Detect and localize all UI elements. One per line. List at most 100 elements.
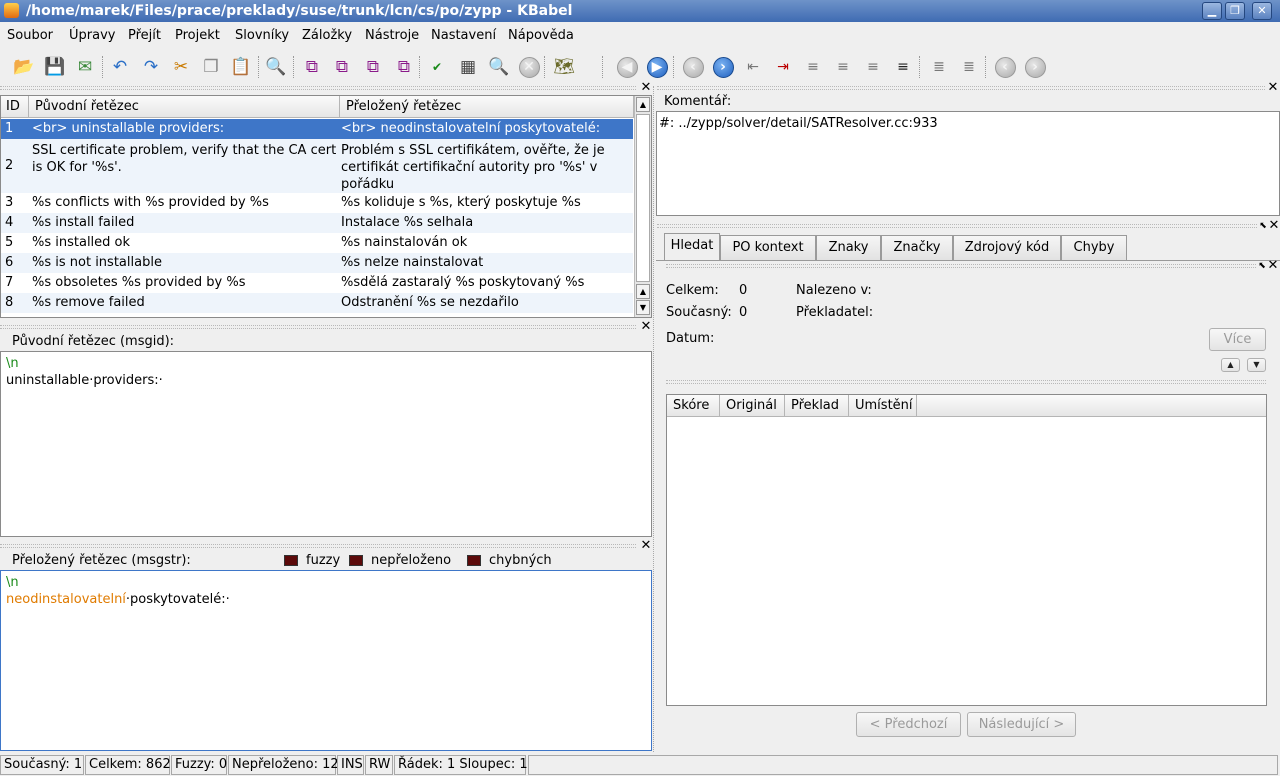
next-entry-icon[interactable]: ›: [710, 54, 736, 80]
back-icon[interactable]: ◀: [614, 54, 640, 80]
table-row[interactable]: 5 %s installed ok %s nainstalován ok: [1, 233, 633, 253]
dock-grip[interactable]: [0, 325, 636, 329]
scroll-up-arrow-icon[interactable]: ▲: [636, 284, 650, 299]
menu-soubor[interactable]: Soubor: [7, 28, 53, 43]
msgid-viewer[interactable]: \n uninstallable·providers:·: [0, 351, 652, 537]
forward-icon[interactable]: ▶: [644, 54, 670, 80]
row-id: 2: [5, 158, 14, 173]
column-header-original[interactable]: Původní řetězec: [29, 96, 340, 118]
next-button[interactable]: Následující >: [967, 712, 1076, 737]
copy-icon[interactable]: ❐: [198, 54, 224, 80]
more-button[interactable]: Více: [1209, 328, 1266, 351]
table-row[interactable]: 1 <br> uninstallable providers: <br> neo…: [1, 119, 633, 139]
tab-znaky[interactable]: Znaky: [816, 235, 881, 260]
column-header-id[interactable]: ID: [1, 96, 29, 118]
argument-menu-icon[interactable]: ⧉: [391, 54, 417, 80]
current-value: 0: [739, 305, 748, 320]
column-header-translation[interactable]: Překlad: [785, 395, 849, 417]
table-row[interactable]: 8 %s remove failed Odstranění %s se nezd…: [1, 293, 633, 313]
spellcheck-icon[interactable]: ✔: [424, 54, 450, 80]
dictionary-icon[interactable]: ▦: [455, 54, 481, 80]
close-search-icon[interactable]: ✕: [1267, 259, 1279, 272]
previous-button[interactable]: < Předchozí: [856, 712, 961, 737]
save-icon[interactable]: 💾: [42, 54, 68, 80]
previous-fuzzy-icon[interactable]: ≡: [800, 54, 826, 80]
previous-bookmark-icon[interactable]: ‹: [992, 54, 1018, 80]
menu-napoveda[interactable]: Nápověda: [508, 28, 574, 43]
up-arrow-icon[interactable]: ▲: [1221, 358, 1240, 372]
msgstr-editor[interactable]: \n neodinstalovatelní·poskytovatelé:·: [0, 570, 652, 751]
cut-icon[interactable]: ✂: [168, 54, 194, 80]
column-header-score[interactable]: Skóre: [667, 395, 720, 417]
tab-hledat[interactable]: Hledat: [664, 233, 720, 261]
tab-chyby[interactable]: Chyby: [1061, 235, 1127, 260]
menu-slovniky[interactable]: Slovníky: [235, 28, 289, 43]
copy-msgid-icon[interactable]: ⧉: [299, 54, 325, 80]
rough-translation-icon[interactable]: 🔍: [486, 54, 512, 80]
scrollbar-thumb[interactable]: [636, 114, 650, 282]
close-msgstr-dock-icon[interactable]: ✕: [640, 539, 652, 552]
previous-untranslated-icon[interactable]: ≡: [860, 54, 886, 80]
next-untranslated-icon[interactable]: ≡: [890, 54, 916, 80]
close-comment-dock-icon[interactable]: ✕: [1267, 81, 1279, 94]
close-msgid-dock-icon[interactable]: ✕: [640, 320, 652, 333]
splitter-grip[interactable]: [666, 380, 1266, 384]
menu-nastroje[interactable]: Nástroje: [365, 28, 419, 43]
menu-projekt[interactable]: Projekt: [175, 28, 220, 43]
stop-icon[interactable]: ✕: [516, 54, 542, 80]
tab-zdrojovy-kod[interactable]: Zdrojový kód: [953, 235, 1061, 260]
table-row[interactable]: 6 %s is not installable %s nelze nainsta…: [1, 253, 633, 273]
minimize-button[interactable]: ▁: [1202, 2, 1222, 20]
menu-upravy[interactable]: Úpravy: [69, 28, 115, 43]
kbabel-app-icon: [4, 3, 19, 18]
table-scrollbar[interactable]: ▲ ▲ ▼: [634, 96, 651, 317]
column-header-original[interactable]: Originál: [720, 395, 785, 417]
menu-prejit[interactable]: Přejít: [128, 28, 161, 43]
close-window-button[interactable]: ✕: [1252, 2, 1272, 20]
tab-po-kontext[interactable]: PO kontext: [720, 235, 816, 260]
error-flag: chybných: [467, 553, 552, 568]
previous-error-icon[interactable]: ≣: [926, 54, 952, 80]
save-special-icon[interactable]: ✉: [72, 54, 98, 80]
next-bookmark-icon[interactable]: ›: [1022, 54, 1048, 80]
column-header-translated[interactable]: Přeložený řetězec: [340, 96, 634, 118]
dock-grip[interactable]: [666, 264, 1256, 268]
msgstr-text-rest: ·poskytovatelé:·: [125, 592, 230, 607]
table-row[interactable]: 7 %s obsoletes %s provided by %s %sdělá …: [1, 273, 633, 293]
dock-grip[interactable]: [0, 86, 636, 90]
next-fuzzy-icon[interactable]: ≡: [830, 54, 856, 80]
previous-fuzzy-untranslated-icon[interactable]: ⇤: [740, 54, 766, 80]
column-header-location[interactable]: Umístění: [849, 395, 917, 417]
msgid-label: Původní řetězec (msgid):: [12, 334, 175, 349]
dock-grip[interactable]: [0, 544, 636, 548]
tab-znacky[interactable]: Značky: [881, 235, 953, 260]
scroll-up-arrow-icon[interactable]: ▲: [636, 97, 650, 112]
insert-tag-icon[interactable]: ⧉: [329, 54, 355, 80]
close-table-dock-icon[interactable]: ✕: [640, 81, 652, 94]
paste-icon[interactable]: 📋: [228, 54, 254, 80]
open-file-icon[interactable]: 📂: [11, 54, 37, 80]
dock-grip[interactable]: [657, 86, 1265, 90]
comment-label: Komentář:: [664, 94, 732, 109]
close-tools-dock-icon[interactable]: ✕: [1268, 219, 1280, 232]
scroll-down-arrow-icon[interactable]: ▼: [636, 300, 650, 315]
table-row[interactable]: 2 SSL certificate problem, verify that t…: [1, 139, 633, 193]
previous-entry-icon[interactable]: ‹: [680, 54, 706, 80]
next-fuzzy-untranslated-icon[interactable]: ⇥: [770, 54, 796, 80]
catalog-manager-icon[interactable]: 🗺: [551, 54, 577, 80]
find-icon[interactable]: 🔍: [263, 54, 289, 80]
maximize-button[interactable]: ❐: [1225, 2, 1245, 20]
down-arrow-icon[interactable]: ▼: [1247, 358, 1266, 372]
dock-grip[interactable]: [657, 224, 1257, 228]
table-row[interactable]: 3 %s conflicts with %s provided by %s %s…: [1, 193, 633, 213]
tag-menu-icon[interactable]: ⧉: [360, 54, 386, 80]
row-id: 4: [5, 215, 14, 230]
undo-icon[interactable]: ↶: [107, 54, 133, 80]
found-in-label: Nalezeno v:: [796, 283, 872, 298]
menu-zalozky[interactable]: Záložky: [302, 28, 352, 43]
menu-nastaveni[interactable]: Nastavení: [431, 28, 496, 43]
redo-icon[interactable]: ↷: [138, 54, 164, 80]
table-row[interactable]: 4 %s install failed Instalace %s selhala: [1, 213, 633, 233]
comment-viewer[interactable]: #: ../zypp/solver/detail/SATResolver.cc:…: [656, 111, 1280, 216]
next-error-icon[interactable]: ≣: [956, 54, 982, 80]
